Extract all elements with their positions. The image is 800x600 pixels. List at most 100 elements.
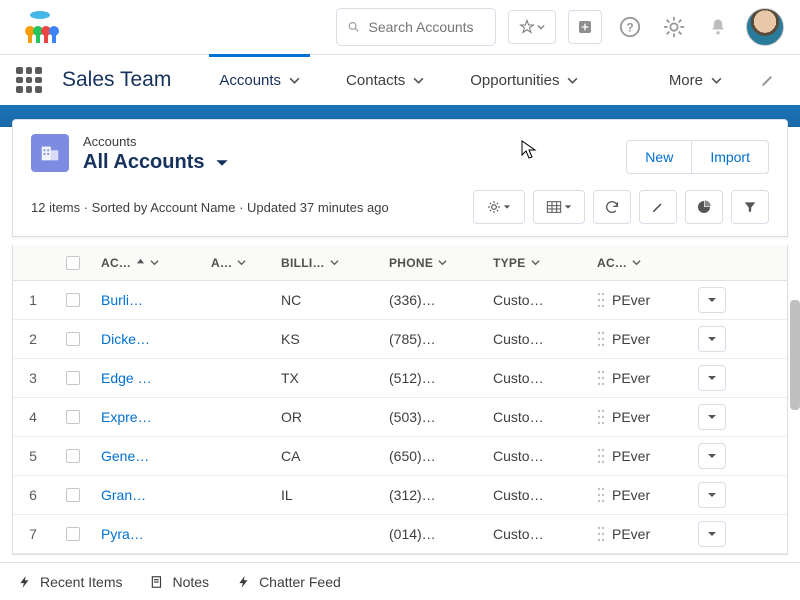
checkbox[interactable] (66, 332, 80, 346)
caret-down-icon (707, 490, 717, 500)
col-phone[interactable]: PHONE (381, 256, 485, 270)
checkbox[interactable] (66, 527, 80, 541)
setup-button[interactable] (658, 11, 690, 43)
lightning-icon (237, 575, 251, 589)
row-select[interactable] (53, 332, 93, 346)
nav-label: Opportunities (470, 72, 559, 89)
row-select[interactable] (53, 410, 93, 424)
note-icon (150, 575, 164, 589)
cell-owner: PEver (589, 447, 685, 465)
account-link[interactable]: Edge … (101, 370, 152, 386)
nav-item-accounts[interactable]: Accounts (203, 55, 316, 105)
cell-phone: (650)… (381, 448, 485, 464)
edit-nav-button[interactable] (752, 72, 784, 88)
vertical-scrollbar[interactable] (790, 300, 800, 410)
nav-item-opportunities[interactable]: Opportunities (454, 55, 594, 105)
checkbox[interactable] (66, 488, 80, 502)
pie-icon (696, 199, 712, 215)
search-input[interactable] (369, 19, 486, 35)
avatar[interactable] (746, 8, 784, 46)
cell-account-name: Pyra… (93, 526, 203, 542)
row-actions-button[interactable] (698, 287, 726, 313)
row-actions-button[interactable] (698, 443, 726, 469)
cell-actions (685, 521, 739, 547)
grip-icon (597, 486, 605, 504)
account-icon (39, 142, 61, 164)
utility-notes[interactable]: Notes (150, 574, 209, 590)
cell-billing-state: OR (273, 409, 381, 425)
display-as-button[interactable] (533, 190, 585, 224)
cell-type: Custo… (485, 487, 589, 503)
list-view-switcher[interactable]: All Accounts (83, 151, 626, 174)
list-settings-button[interactable] (473, 190, 525, 224)
refresh-icon (604, 199, 620, 215)
col-type[interactable]: TYPE (485, 256, 589, 270)
import-button[interactable]: Import (692, 140, 769, 174)
cell-account-name: Gran… (93, 487, 203, 503)
account-link[interactable]: Dicke… (101, 331, 150, 347)
checkbox[interactable] (66, 256, 80, 270)
global-add-button[interactable] (568, 10, 602, 44)
row-actions-button[interactable] (698, 365, 726, 391)
account-link[interactable]: Gene… (101, 448, 149, 464)
chart-button[interactable] (685, 190, 723, 224)
favorites-button[interactable] (508, 10, 556, 44)
row-select[interactable] (53, 488, 93, 502)
cell-type: Custo… (485, 292, 589, 308)
grip-icon (597, 291, 605, 309)
refresh-button[interactable] (593, 190, 631, 224)
global-search[interactable] (336, 8, 496, 46)
notifications-button[interactable] (702, 11, 734, 43)
account-link[interactable]: Gran… (101, 487, 146, 503)
cell-phone: (014)… (381, 526, 485, 542)
filter-button[interactable] (731, 190, 769, 224)
chevron-down-icon (632, 258, 641, 267)
checkbox[interactable] (66, 410, 80, 424)
row-select[interactable] (53, 527, 93, 541)
col-select-all[interactable] (53, 256, 93, 270)
table-row: 4Expre…OR(503)…Custo…PEver (13, 398, 787, 437)
list-meta: 12 items · Sorted by Account Name · Upda… (31, 200, 389, 215)
col-account-name[interactable]: AC… (93, 256, 203, 270)
col-account-owner[interactable]: AC… (589, 256, 685, 270)
checkbox[interactable] (66, 293, 80, 307)
row-number: 7 (13, 526, 53, 542)
nav-item-contacts[interactable]: Contacts (330, 55, 440, 105)
checkbox[interactable] (66, 371, 80, 385)
account-link[interactable]: Burli… (101, 292, 143, 308)
new-button[interactable]: New (626, 140, 692, 174)
caret-down-icon (503, 203, 511, 211)
checkbox[interactable] (66, 449, 80, 463)
app-launcher-icon[interactable] (16, 67, 42, 93)
grip-icon (597, 330, 605, 348)
col-account-site[interactable]: A… (203, 256, 273, 270)
nav-label: Accounts (219, 72, 281, 89)
account-link[interactable]: Expre… (101, 409, 152, 425)
row-actions-button[interactable] (698, 404, 726, 430)
utility-bar: Recent Items Notes Chatter Feed (0, 562, 800, 600)
gear-icon (487, 200, 501, 214)
utility-recent-items[interactable]: Recent Items (18, 574, 122, 590)
row-number: 4 (13, 409, 53, 425)
utility-chatter[interactable]: Chatter Feed (237, 574, 341, 590)
col-billing-state[interactable]: BILLI… (273, 256, 381, 270)
row-actions-button[interactable] (698, 521, 726, 547)
row-select[interactable] (53, 371, 93, 385)
cell-actions (685, 443, 739, 469)
row-number: 2 (13, 331, 53, 347)
row-number: 5 (13, 448, 53, 464)
bell-icon (708, 17, 728, 37)
cell-account-name: Edge … (93, 370, 203, 386)
lightning-icon (18, 575, 32, 589)
row-number: 1 (13, 292, 53, 308)
row-actions-button[interactable] (698, 482, 726, 508)
account-link[interactable]: Pyra… (101, 526, 144, 542)
nav-item-more[interactable]: More (653, 55, 738, 105)
row-select[interactable] (53, 293, 93, 307)
cell-type: Custo… (485, 331, 589, 347)
row-actions-button[interactable] (698, 326, 726, 352)
help-button[interactable]: ? (614, 11, 646, 43)
row-select[interactable] (53, 449, 93, 463)
cell-phone: (336)… (381, 292, 485, 308)
inline-edit-button[interactable] (639, 190, 677, 224)
